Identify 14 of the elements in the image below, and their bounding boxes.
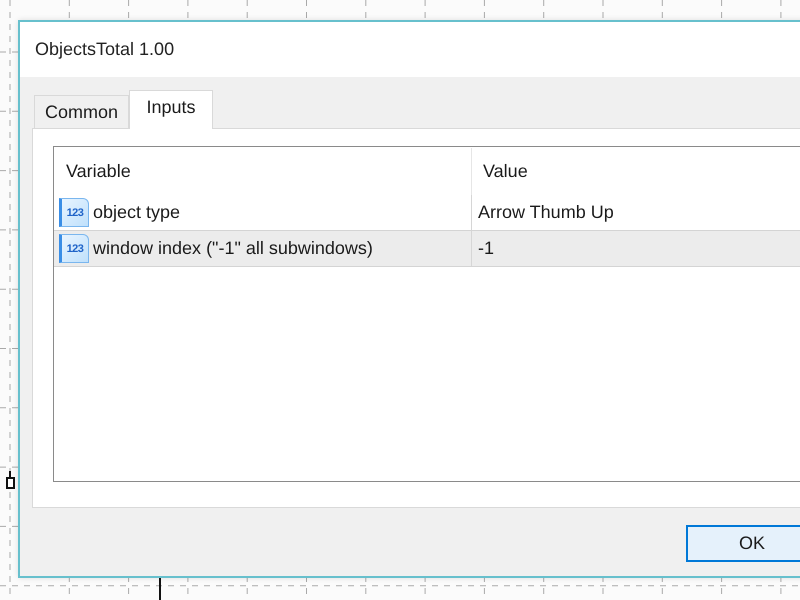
window-title: ObjectsTotal 1.00	[35, 39, 174, 60]
number-type-icon: 123	[59, 198, 89, 227]
variable-name: object type	[93, 202, 180, 223]
column-header[interactable]: Value	[472, 148, 800, 195]
anchor-marker-icon	[6, 471, 15, 489]
variable-value[interactable]: -1	[478, 238, 494, 259]
tab[interactable]: Common	[34, 95, 130, 128]
variable-value[interactable]: Arrow Thumb Up	[478, 202, 614, 223]
tab[interactable]: Inputs	[129, 90, 214, 129]
ok-button[interactable]: OK	[686, 525, 800, 562]
number-type-icon: 123	[59, 234, 89, 263]
vertical-line	[159, 578, 161, 600]
table-row[interactable]: 123 window index ("-1" all subwindows) -1	[54, 230, 800, 267]
variable-name: window index ("-1" all subwindows)	[93, 238, 373, 259]
